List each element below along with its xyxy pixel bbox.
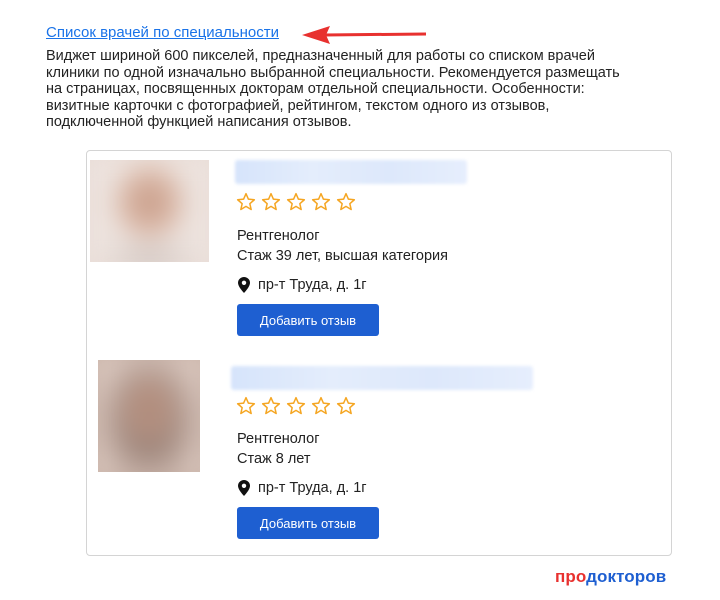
add-review-button[interactable]: Добавить отзыв bbox=[237, 507, 379, 539]
description-line: на страницах, посвященных докторам отдел… bbox=[46, 81, 585, 97]
doctor-experience: Стаж 39 лет, высшая категория bbox=[237, 248, 448, 264]
rating-stars[interactable] bbox=[236, 192, 356, 212]
clinic-address: пр-т Труда, д. 1г bbox=[258, 277, 367, 293]
prodoctorov-logo[interactable]: продокторов bbox=[555, 567, 666, 587]
star-outline-icon[interactable] bbox=[336, 192, 356, 212]
star-outline-icon[interactable] bbox=[261, 192, 281, 212]
star-outline-icon[interactable] bbox=[236, 192, 256, 212]
widget-description: Виджет шириной 600 пикселей, предназначе… bbox=[46, 48, 656, 131]
star-outline-icon[interactable] bbox=[311, 396, 331, 416]
doctor-specialty: Рентгенолог bbox=[237, 228, 320, 244]
doctor-specialty: Рентгенолог bbox=[237, 431, 320, 447]
doctor-name-blurred[interactable] bbox=[231, 366, 533, 390]
logo-part-red: про bbox=[555, 567, 587, 586]
location-pin-icon bbox=[238, 277, 250, 293]
location-pin-icon bbox=[238, 480, 250, 496]
doctors-by-specialty-link[interactable]: Список врачей по специальности bbox=[46, 24, 279, 41]
add-review-button[interactable]: Добавить отзыв bbox=[237, 304, 379, 336]
star-outline-icon[interactable] bbox=[236, 396, 256, 416]
rating-stars[interactable] bbox=[236, 396, 356, 416]
doctor-photo[interactable] bbox=[90, 160, 209, 262]
arrow-left-icon bbox=[302, 26, 427, 44]
star-outline-icon[interactable] bbox=[336, 396, 356, 416]
star-outline-icon[interactable] bbox=[311, 192, 331, 212]
description-line: подключенной функцией написания отзывов. bbox=[46, 114, 352, 130]
doctor-experience: Стаж 8 лет bbox=[237, 451, 311, 467]
doctor-name-blurred[interactable] bbox=[235, 160, 467, 184]
doctor-photo[interactable] bbox=[98, 360, 200, 472]
star-outline-icon[interactable] bbox=[286, 396, 306, 416]
logo-part-blue: докторов bbox=[586, 567, 667, 586]
description-line: клиники по одной изначально выбранной сп… bbox=[46, 64, 620, 81]
clinic-address: пр-т Труда, д. 1г bbox=[258, 480, 367, 496]
star-outline-icon[interactable] bbox=[261, 396, 281, 416]
description-line: Виджет шириной 600 пикселей, предназначе… bbox=[46, 48, 595, 64]
description-line: визитные карточки с фотографией, рейтинг… bbox=[46, 97, 550, 114]
star-outline-icon[interactable] bbox=[286, 192, 306, 212]
